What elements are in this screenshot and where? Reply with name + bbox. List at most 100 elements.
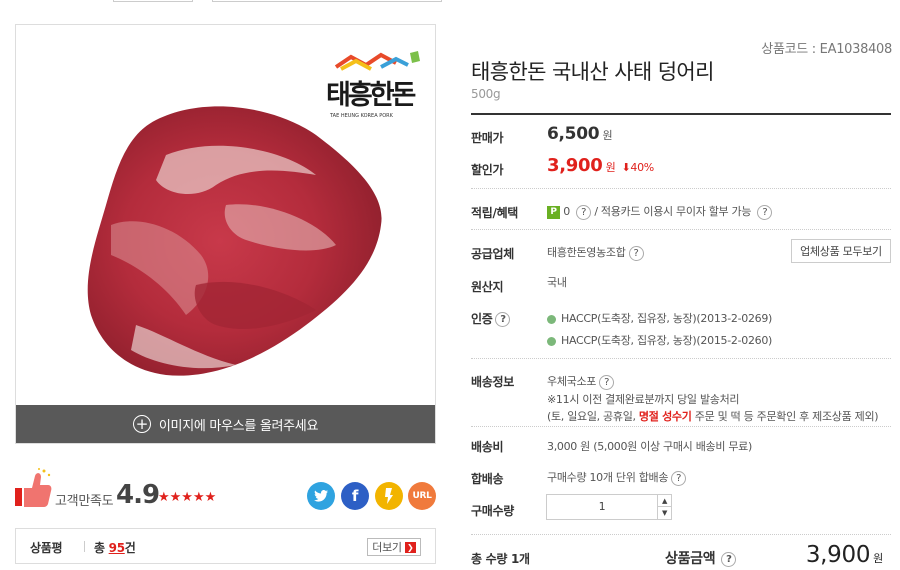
- shipping-method-text: 우체국소포: [547, 375, 597, 388]
- sale-price-value: 6,500: [547, 124, 600, 144]
- top-tab-2[interactable]: [212, 0, 442, 2]
- discount-rate: ⬇40%: [621, 161, 654, 174]
- total-amount-value: 3,900: [805, 542, 871, 568]
- shipping-help-icon[interactable]: ?: [599, 374, 615, 390]
- discount-price-unit: 원: [605, 161, 616, 174]
- certification-label-wrap: 인증?: [471, 310, 511, 327]
- supplier-label: 공급업체: [471, 247, 514, 261]
- review-count-number[interactable]: 95: [109, 541, 125, 555]
- combine-label: 합배송: [471, 472, 504, 486]
- discount-price-label: 할인가: [471, 163, 504, 177]
- card-benefit-text: 적용카드 이용시 무이자 할부 가능: [600, 205, 752, 218]
- supplier-help-icon[interactable]: ?: [628, 245, 644, 261]
- url-share-icon[interactable]: URL: [408, 482, 436, 510]
- product-title: 태흥한돈 국내산 사태 덩어리: [471, 60, 714, 84]
- supplier-all-products-button[interactable]: 업체상품 모두보기: [791, 239, 891, 263]
- certification-label: 인증: [471, 312, 493, 326]
- origin-label: 원산지: [471, 280, 504, 294]
- top-tab-remnants: [0, 0, 900, 4]
- discount-price-value: 3,900: [547, 155, 603, 176]
- quantity-decrease-icon[interactable]: ▼: [657, 507, 671, 519]
- shipping-label: 배송정보: [471, 375, 514, 389]
- shipping-note-2-post: 주문 및 떡 등 주문확인 후 제조상품 제외): [694, 410, 879, 423]
- product-image-box[interactable]: 태흥한돈 TAE HEUNG KOREA PORK + 이미지에 마우스를 올려…: [15, 24, 436, 444]
- chevron-right-icon: ❯: [404, 541, 416, 553]
- discount-price-value-wrap: 3,900 원 ⬇40%: [547, 155, 654, 176]
- divider-2: [471, 229, 891, 230]
- review-count: 총 95건: [94, 539, 136, 556]
- benefit-label: 적립/혜택: [471, 206, 519, 220]
- combine-help-icon[interactable]: ?: [671, 470, 687, 486]
- twitter-share-icon[interactable]: [307, 482, 335, 510]
- quantity-input[interactable]: 1: [547, 500, 657, 513]
- image-hover-bar[interactable]: + 이미지에 마우스를 올려주세요: [16, 405, 435, 443]
- benefit-separator: /: [594, 205, 598, 218]
- plus-circle-icon: +: [132, 415, 151, 433]
- benefit-points: 0: [563, 205, 570, 218]
- certification-item-2: HACCP(도축장, 집유장, 농장)(2015-2-0260): [547, 332, 772, 348]
- shipping-note-1: ※11시 이전 결제완료분까지 당일 발송처리: [547, 393, 740, 406]
- quantity-increase-icon[interactable]: ▲: [657, 495, 671, 507]
- product-code: 상품코드 : EA1038408: [761, 42, 892, 57]
- total-amount-label-wrap: 상품금액?: [665, 548, 737, 568]
- shipping-note-2: (토, 일요일, 공휴일, 명절 성수기 주문 및 떡 등 주문확인 후 제조상…: [547, 408, 879, 424]
- review-title: 상품평: [30, 541, 63, 555]
- thumbs-up-icon: [15, 468, 52, 507]
- review-count-suffix: 건: [124, 541, 136, 555]
- divider-3: [471, 358, 891, 359]
- brand-logo-subtext: TAE HEUNG KOREA PORK: [330, 113, 393, 119]
- kakaostory-glyph: [385, 488, 393, 504]
- sale-price-value-wrap: 6,500 원: [547, 124, 613, 144]
- total-amount-unit: 원: [873, 552, 883, 565]
- kakaostory-share-icon[interactable]: [375, 482, 403, 510]
- shipping-note-2-bold: 명절 성수기: [638, 410, 692, 423]
- total-amount: 3,900 원: [806, 542, 883, 568]
- shipping-method: 우체국소포?: [547, 373, 615, 390]
- sale-price-label: 판매가: [471, 131, 504, 145]
- customer-satisfaction: 고객만족도 4.9 ★★★★★ f URL: [15, 466, 436, 510]
- origin-value: 국내: [547, 276, 567, 289]
- quantity-stepper[interactable]: 1 ▲ ▼: [546, 494, 672, 520]
- haccp-icon: [547, 314, 556, 324]
- total-row: 총 수량 1개 상품금액? 3,900 원: [471, 540, 891, 570]
- sale-price-unit: 원: [602, 129, 613, 142]
- url-share-label: URL: [412, 491, 432, 501]
- divider-4: [471, 426, 891, 427]
- certification-item-1: HACCP(도축장, 집유장, 농장)(2013-2-0269): [547, 310, 772, 326]
- review-divider: [84, 541, 85, 552]
- brand-logo: 태흥한돈 TAE HEUNG KOREA PORK: [326, 47, 426, 119]
- top-tab-1[interactable]: [113, 0, 193, 2]
- twitter-bird-icon: [314, 490, 328, 502]
- certification-item-1-text: HACCP(도축장, 집유장, 농장)(2013-2-0269): [561, 312, 773, 325]
- combine-value: 구매수량 10개 단위 합배송?: [547, 469, 687, 486]
- combine-value-text: 구매수량 10개 단위 합배송: [547, 471, 669, 484]
- benefit-value: P 0 ? / 적용카드 이용시 무이자 할부 가능 ?: [547, 203, 773, 220]
- review-more-label: 더보기: [372, 541, 402, 554]
- satisfaction-stars: ★★★★★: [158, 490, 217, 505]
- fee-value: 3,000 원 (5,000원 이상 구매시 배송비 무료): [547, 440, 752, 453]
- certification-item-2-text: HACCP(도축장, 집유장, 농장)(2015-2-0260): [561, 334, 773, 347]
- facebook-share-icon[interactable]: f: [341, 482, 369, 510]
- shipping-note-2-pre: (토, 일요일, 공휴일,: [547, 410, 636, 423]
- total-amount-label: 상품금액: [665, 551, 716, 567]
- card-help-icon[interactable]: ?: [757, 204, 773, 220]
- divider-5: [471, 534, 891, 535]
- satisfaction-label: 고객만족도: [55, 494, 114, 509]
- divider-1: [471, 188, 891, 189]
- brand-logo-text: 태흥한돈: [326, 80, 416, 111]
- certification-help-icon[interactable]: ?: [495, 312, 511, 327]
- review-count-prefix: 총: [94, 541, 105, 555]
- discount-rate-value: 40%: [630, 161, 654, 174]
- product-weight: 500g: [471, 87, 501, 101]
- fee-label: 배송비: [471, 440, 504, 454]
- facebook-glyph: f: [351, 487, 359, 505]
- total-quantity: 총 수량 1개: [471, 552, 530, 566]
- total-help-icon[interactable]: ?: [721, 551, 737, 567]
- satisfaction-score: 4.9: [116, 480, 160, 510]
- points-help-icon[interactable]: ?: [576, 204, 592, 220]
- title-divider: [471, 113, 891, 115]
- review-more-button[interactable]: 더보기 ❯: [367, 538, 421, 556]
- review-summary: 상품평 총 95건 더보기 ❯: [15, 528, 436, 564]
- supplier-name[interactable]: 태흥한돈영농조합: [547, 246, 626, 259]
- image-hover-text: 이미지에 마우스를 올려주세요: [158, 418, 319, 434]
